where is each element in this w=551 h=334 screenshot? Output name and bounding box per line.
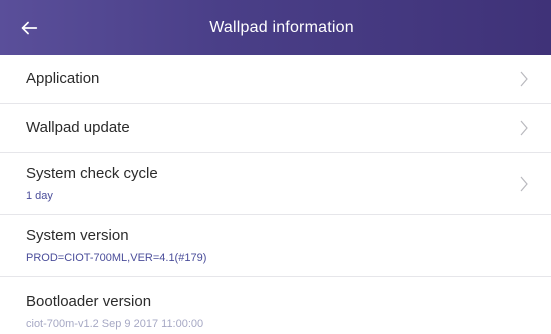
back-arrow-icon [21,21,38,34]
row-value: ciot-700m-v1.2 Sep 9 2017 11:00:00 [26,318,204,330]
top-app-bar: Wallpad information [0,0,551,55]
settings-list: Application Wallpad update System check … [0,55,551,334]
chevron-right-icon[interactable] [519,175,529,193]
wallpad-info-screen: Wallpad information Application Wallpad … [0,0,551,334]
chevron-right-icon[interactable] [519,119,529,137]
chevron-right-icon[interactable] [519,70,529,88]
row-label: Application [26,70,100,87]
row-system-check-cycle[interactable]: System check cycle 1 day [0,153,551,215]
page-title: Wallpad information [209,18,354,36]
row-value: 1 day [26,189,53,202]
back-button[interactable] [18,0,58,55]
row-label: Wallpad update [26,119,130,136]
row-label: Bootloader version [26,293,152,310]
row-application[interactable]: Application [0,55,551,104]
row-bootloader-version: Bootloader version ciot-700m-v1.2 Sep 9 … [0,277,551,334]
row-wallpad-update[interactable]: Wallpad update [0,104,551,153]
row-system-version: System version PROD=CIOT-700ML,VER=4.1(#… [0,215,551,277]
row-label: System check cycle [26,164,158,182]
row-label: System version [26,226,129,244]
row-value: PROD=CIOT-700ML,VER=4.1(#179) [26,251,207,264]
